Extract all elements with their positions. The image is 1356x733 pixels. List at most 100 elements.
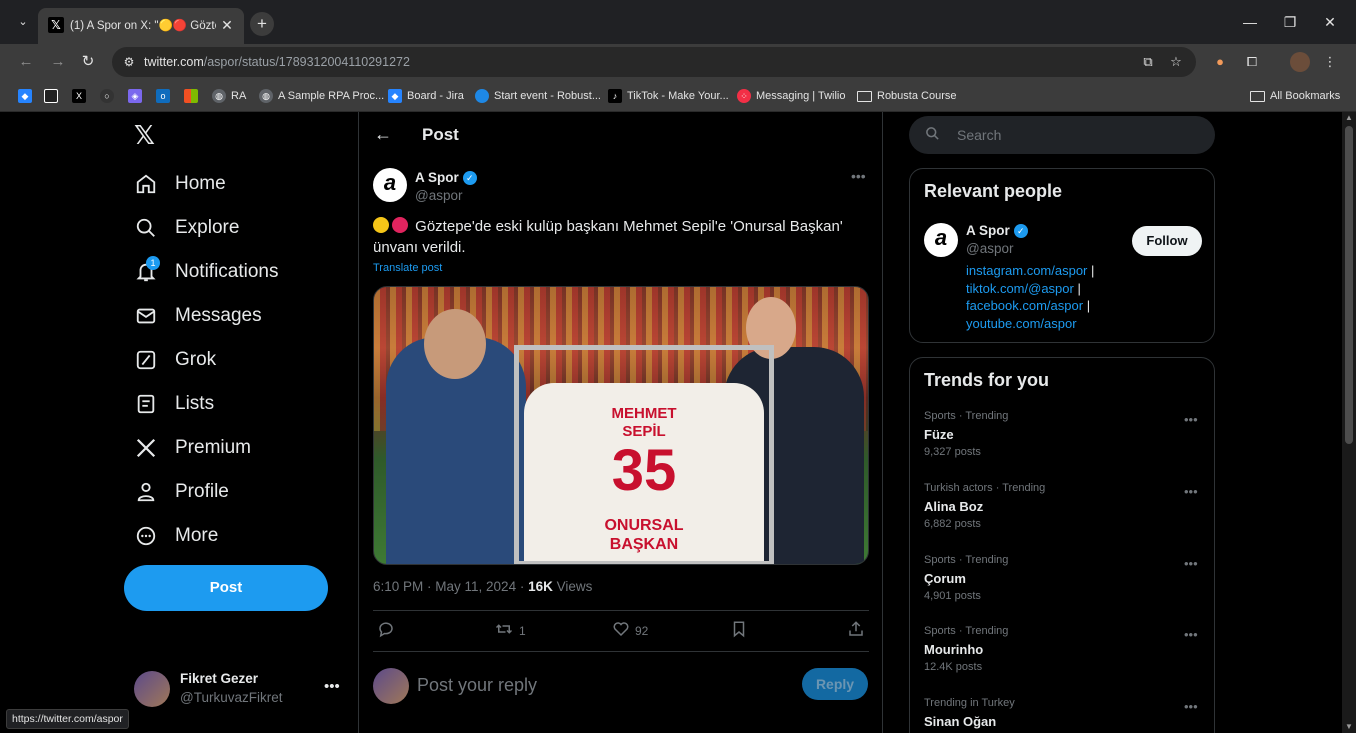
grok-icon: [134, 348, 158, 372]
account-more-icon[interactable]: •••: [324, 678, 340, 695]
scroll-down-icon[interactable]: ▼: [1342, 721, 1356, 733]
sidebar-item-profile[interactable]: Profile: [134, 477, 229, 507]
sidebar-item-premium[interactable]: Premium: [134, 433, 251, 463]
post-text: Göztepe'de eski kulüp başkanı Mehmet Sep…: [373, 216, 867, 258]
bookmark-jira[interactable]: ◆ Board - Jira: [388, 87, 464, 105]
sidebar-item-lists[interactable]: Lists: [134, 389, 214, 419]
site-info-icon[interactable]: ⚙: [120, 53, 138, 71]
bio-link-youtube[interactable]: youtube.com/aspor: [966, 316, 1077, 331]
bookmark-tiktok[interactable]: ♪ TikTok - Make Your...: [608, 87, 729, 105]
page-scrollbar[interactable]: ▲ ▼: [1342, 112, 1356, 733]
bookmark-item[interactable]: [184, 87, 198, 105]
share-action[interactable]: [847, 620, 865, 641]
trend-name: Füze: [924, 427, 954, 442]
all-bookmarks[interactable]: All Bookmarks: [1250, 87, 1340, 105]
reply-input[interactable]: [417, 672, 777, 698]
bookmark-ra[interactable]: ◍ RA: [212, 87, 246, 105]
sidebar-item-more[interactable]: More: [134, 521, 218, 551]
bookmark-robusta[interactable]: Start event - Robust...: [475, 87, 601, 105]
trend-more-icon[interactable]: •••: [1184, 556, 1198, 571]
trend-count: 9,327 posts: [924, 446, 981, 458]
sidebar-item-messages[interactable]: Messages: [134, 301, 262, 331]
like-action[interactable]: 92: [612, 621, 648, 641]
bookmark-robusta-course[interactable]: Robusta Course: [857, 87, 957, 105]
bookmark-action[interactable]: [730, 621, 748, 641]
account-switcher[interactable]: Fikret Gezer @TurkuvazFikret •••: [134, 668, 344, 712]
bookmark-item[interactable]: ◈: [128, 87, 142, 105]
browser-menu-icon[interactable]: ⋮: [1321, 53, 1339, 71]
trend-more-icon[interactable]: •••: [1184, 412, 1198, 427]
relevant-avatar[interactable]: a: [924, 223, 958, 257]
profile-avatar-icon[interactable]: [1290, 52, 1310, 72]
author-name[interactable]: A Spor ✓: [415, 170, 477, 185]
trend-item[interactable]: Sports · Trending Füze 9,327 posts •••: [924, 410, 1204, 470]
bookmark-label: TikTok - Make Your...: [627, 90, 729, 102]
relevant-handle[interactable]: @aspor: [966, 241, 1013, 256]
bio-link-instagram[interactable]: instagram.com/aspor: [966, 263, 1087, 278]
reload-icon[interactable]: ↻: [78, 52, 98, 72]
bookmark-item[interactable]: [44, 87, 58, 105]
trend-item[interactable]: Turkish actors · Trending Alina Boz 6,88…: [924, 482, 1204, 542]
bookmark-item[interactable]: X: [72, 87, 86, 105]
views-count: 16K: [528, 579, 553, 594]
url-text[interactable]: twitter.com/aspor/status/178931200411029…: [144, 55, 410, 69]
repost-action[interactable]: 1: [494, 621, 526, 641]
page-title: Post: [422, 125, 459, 144]
scrollbar-thumb[interactable]: [1345, 126, 1353, 444]
sidebar-item-label: Messages: [175, 305, 262, 326]
compose-post-button[interactable]: Post: [124, 565, 328, 611]
new-tab-button[interactable]: +: [250, 12, 274, 36]
sidebar-item-notifications[interactable]: 1 Notifications: [134, 256, 279, 287]
forward-icon[interactable]: →: [48, 52, 68, 72]
trend-item[interactable]: Trending in Turkey Sinan Oğan •••: [924, 697, 1204, 733]
translate-post-link[interactable]: Translate post: [373, 262, 442, 274]
bio-link-tiktok[interactable]: tiktok.com/@aspor: [966, 281, 1074, 296]
trend-more-icon[interactable]: •••: [1184, 484, 1198, 499]
post-image[interactable]: MEHMET SEPİL 35 ONURSAL BAŞKAN: [373, 286, 869, 565]
reply-action[interactable]: [377, 621, 400, 641]
search-box[interactable]: [909, 116, 1215, 154]
bookmark-label: Board - Jira: [407, 90, 464, 102]
scroll-up-icon[interactable]: ▲: [1342, 112, 1356, 124]
bookmark-item[interactable]: ○: [100, 87, 114, 105]
post-more-icon[interactable]: •••: [851, 168, 866, 184]
address-bar[interactable]: ⚙ twitter.com/aspor/status/1789312004110…: [112, 47, 1196, 77]
back-arrow-icon[interactable]: ←: [374, 124, 392, 145]
tab-close-icon[interactable]: ✕: [218, 16, 236, 34]
follow-button[interactable]: Follow: [1132, 226, 1202, 256]
close-window-icon[interactable]: ✕: [1320, 12, 1340, 32]
bookmark-twilio[interactable]: ⁘ Messaging | Twilio: [737, 87, 845, 105]
sidebar-item-explore[interactable]: Explore: [134, 213, 239, 243]
x-logo-icon[interactable]: 𝕏: [134, 122, 160, 148]
minimize-icon[interactable]: —: [1240, 12, 1260, 32]
trend-more-icon[interactable]: •••: [1184, 699, 1198, 714]
install-app-icon[interactable]: ⧉: [1139, 53, 1157, 71]
bookmark-star-icon[interactable]: ☆: [1167, 53, 1185, 71]
extensions-puzzle-icon[interactable]: ⧠: [1243, 53, 1261, 71]
author-avatar[interactable]: a: [373, 168, 407, 202]
bookmark-item[interactable]: ◆: [18, 87, 32, 105]
trends-card: Trends for you Sports · Trending Füze 9,…: [909, 357, 1215, 733]
bookmark-label: RA: [231, 90, 247, 102]
reply-icon: [377, 620, 395, 643]
trend-item[interactable]: Sports · Trending Çorum 4,901 posts •••: [924, 554, 1204, 614]
search-input[interactable]: [957, 126, 1197, 144]
back-icon[interactable]: ←: [16, 52, 36, 72]
x-favicon-icon: 𝕏: [48, 17, 64, 33]
author-handle[interactable]: @aspor: [415, 188, 462, 203]
browser-tab-active[interactable]: 𝕏 (1) A Spor on X: "🟡🔴 Göztepe'de eski k…: [38, 8, 244, 44]
tab-search-chevron-icon[interactable]: ⌄: [14, 13, 32, 31]
extension-flame-icon[interactable]: ●: [1211, 53, 1229, 71]
restore-icon[interactable]: ❐: [1280, 12, 1300, 32]
trend-item[interactable]: Sports · Trending Mourinho 12.4K posts •…: [924, 625, 1204, 685]
bookmark-item[interactable]: o: [156, 87, 170, 105]
sidebar-item-grok[interactable]: Grok: [134, 345, 216, 375]
sidebar-item-home[interactable]: Home: [134, 169, 226, 199]
reply-button[interactable]: Reply: [802, 668, 868, 700]
post-timestamp[interactable]: 6:10 PM · May 11, 2024 · 16K Views: [373, 579, 592, 594]
trend-more-icon[interactable]: •••: [1184, 627, 1198, 642]
relevant-name[interactable]: A Spor ✓: [966, 223, 1028, 238]
jersey-number: 35: [611, 438, 677, 503]
bookmark-rpa[interactable]: ◍ A Sample RPA Proc...: [259, 87, 384, 105]
bio-link-facebook[interactable]: facebook.com/aspor: [966, 298, 1083, 313]
